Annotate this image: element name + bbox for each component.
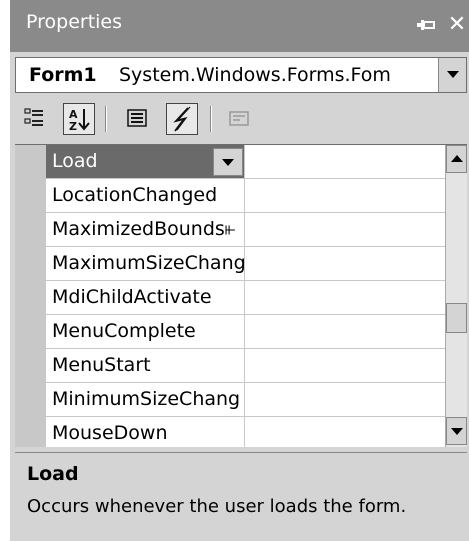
alphabetical-icon: A Z: [69, 108, 90, 133]
scroll-up-button[interactable]: [446, 145, 467, 173]
description-title: Load: [27, 463, 79, 485]
property-grid: Load LocationChanged MaximizedBounds⫦ Ma…: [15, 144, 467, 447]
property-name: MenuStart: [52, 354, 151, 376]
property-value[interactable]: [244, 417, 447, 447]
property-row[interactable]: MaximumSizeChang: [46, 247, 447, 281]
property-value[interactable]: [244, 247, 447, 280]
property-value[interactable]: [244, 281, 447, 314]
property-name: MenuComplete: [52, 320, 196, 342]
property-value[interactable]: [244, 213, 447, 246]
property-value[interactable]: [244, 383, 447, 416]
property-row[interactable]: MinimumSizeChang: [46, 383, 447, 417]
description-pane: Load Occurs whenever the user loads the …: [15, 452, 467, 541]
property-name: LocationChanged: [52, 184, 218, 206]
window-title: Properties: [26, 11, 123, 33]
property-name: MaximizedBounds⫦: [52, 218, 236, 240]
grid-gutter: [15, 145, 46, 447]
properties-toolbar: A Z: [10, 97, 469, 143]
object-selector-dropdown-button[interactable]: [438, 58, 466, 92]
events-icon: [173, 106, 191, 132]
object-name: Form1: [29, 64, 97, 86]
property-value[interactable]: [244, 179, 447, 212]
value-dropdown-button[interactable]: [213, 148, 243, 176]
categorized-button[interactable]: [20, 103, 52, 135]
property-value[interactable]: [244, 145, 447, 178]
property-name: MouseDown: [52, 422, 168, 444]
toolbar-separator: [210, 106, 212, 132]
property-row[interactable]: MenuStart: [46, 349, 447, 383]
properties-panel: Properties ✕ Form1 System.Windows.Forms.…: [10, 0, 469, 541]
object-type: System.Windows.Forms.Fom: [119, 64, 391, 86]
property-row[interactable]: MouseDown: [46, 417, 447, 447]
toolbar-separator: [105, 106, 107, 132]
property-name: MinimumSizeChang: [52, 388, 241, 410]
property-row[interactable]: MdiChildActivate: [46, 281, 447, 315]
scroll-thumb[interactable]: [446, 303, 467, 333]
scroll-down-button[interactable]: [446, 417, 467, 445]
svg-text:Z: Z: [69, 120, 77, 133]
property-row[interactable]: LocationChanged: [46, 179, 447, 213]
property-row[interactable]: MenuComplete: [46, 315, 447, 349]
properties-icon: [127, 109, 147, 127]
events-button[interactable]: [166, 103, 198, 135]
property-name: MdiChildActivate: [52, 286, 212, 308]
properties-button[interactable]: [122, 103, 154, 135]
property-pages-icon: [229, 111, 249, 126]
pin-icon[interactable]: [415, 14, 437, 36]
categorized-icon: [24, 108, 43, 126]
vertical-scrollbar[interactable]: [445, 145, 467, 447]
property-row-load[interactable]: Load: [46, 145, 447, 179]
property-value[interactable]: [244, 315, 447, 348]
object-selector[interactable]: Form1 System.Windows.Forms.Fom: [15, 57, 467, 93]
description-text: Occurs whenever the user loads the form.: [27, 496, 407, 517]
close-icon[interactable]: ✕: [445, 13, 469, 37]
property-row[interactable]: MaximizedBounds⫦: [46, 213, 447, 247]
property-pages-button[interactable]: [224, 103, 256, 135]
alphabetical-button[interactable]: A Z: [63, 103, 95, 135]
title-bar: Properties ✕: [10, 0, 469, 52]
property-value[interactable]: [244, 349, 447, 382]
property-name: MaximumSizeChang: [52, 252, 244, 274]
